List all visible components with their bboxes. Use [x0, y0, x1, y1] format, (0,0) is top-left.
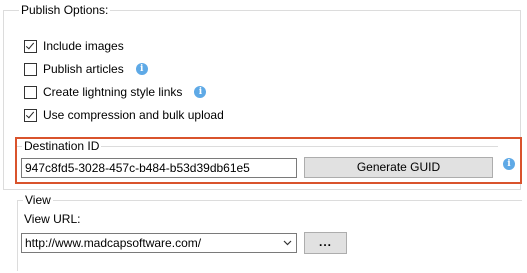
destination-id-input[interactable]: 947c8fd5-3028-457c-b484-b53d39db61e5 — [21, 158, 297, 178]
compression-option[interactable]: Use compression and bulk upload — [24, 107, 224, 123]
publish-options-panel: Publish Options: Include images Publish … — [0, 0, 527, 273]
info-icon[interactable]: i — [503, 158, 515, 170]
lightning-links-checkbox[interactable] — [24, 85, 37, 99]
view-url-label: View URL: — [24, 212, 81, 226]
publish-options-title: Publish Options: — [19, 3, 111, 17]
publish-articles-option[interactable]: Publish articles i — [24, 61, 148, 77]
chevron-down-icon[interactable] — [283, 238, 292, 247]
info-icon[interactable]: i — [135, 63, 148, 75]
include-images-option[interactable]: Include images — [24, 38, 124, 54]
compression-label[interactable]: Use compression and bulk upload — [43, 107, 224, 123]
view-group-title: View — [23, 193, 53, 207]
destination-id-title: Destination ID — [22, 139, 102, 153]
view-url-value[interactable]: http://www.madcapsoftware.com/ — [25, 234, 201, 252]
lightning-links-label[interactable]: Create lightning style links — [43, 84, 182, 100]
generate-guid-button[interactable]: Generate GUID — [304, 157, 493, 178]
info-icon[interactable]: i — [194, 86, 207, 98]
view-url-combobox[interactable]: http://www.madcapsoftware.com/ — [21, 233, 297, 253]
compression-checkbox[interactable] — [24, 108, 37, 122]
browse-button[interactable]: ... — [304, 232, 347, 254]
lightning-links-option[interactable]: Create lightning style links i — [24, 84, 207, 100]
publish-articles-checkbox[interactable] — [24, 62, 37, 76]
publish-articles-label[interactable]: Publish articles — [43, 61, 124, 77]
include-images-checkbox[interactable] — [24, 39, 37, 53]
include-images-label[interactable]: Include images — [43, 38, 124, 54]
